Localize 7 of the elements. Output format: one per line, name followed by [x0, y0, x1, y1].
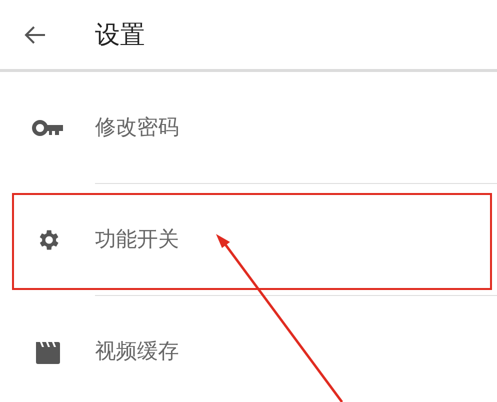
clapperboard-icon	[34, 340, 62, 364]
page-title: 设置	[95, 18, 145, 51]
menu-item[interactable]: 视频缓存	[95, 336, 179, 368]
menu-item[interactable]: 功能开关	[95, 224, 179, 256]
key-icon	[32, 120, 64, 136]
back-icon[interactable]	[23, 24, 47, 44]
menu-item[interactable]: 修改密码	[95, 112, 179, 144]
